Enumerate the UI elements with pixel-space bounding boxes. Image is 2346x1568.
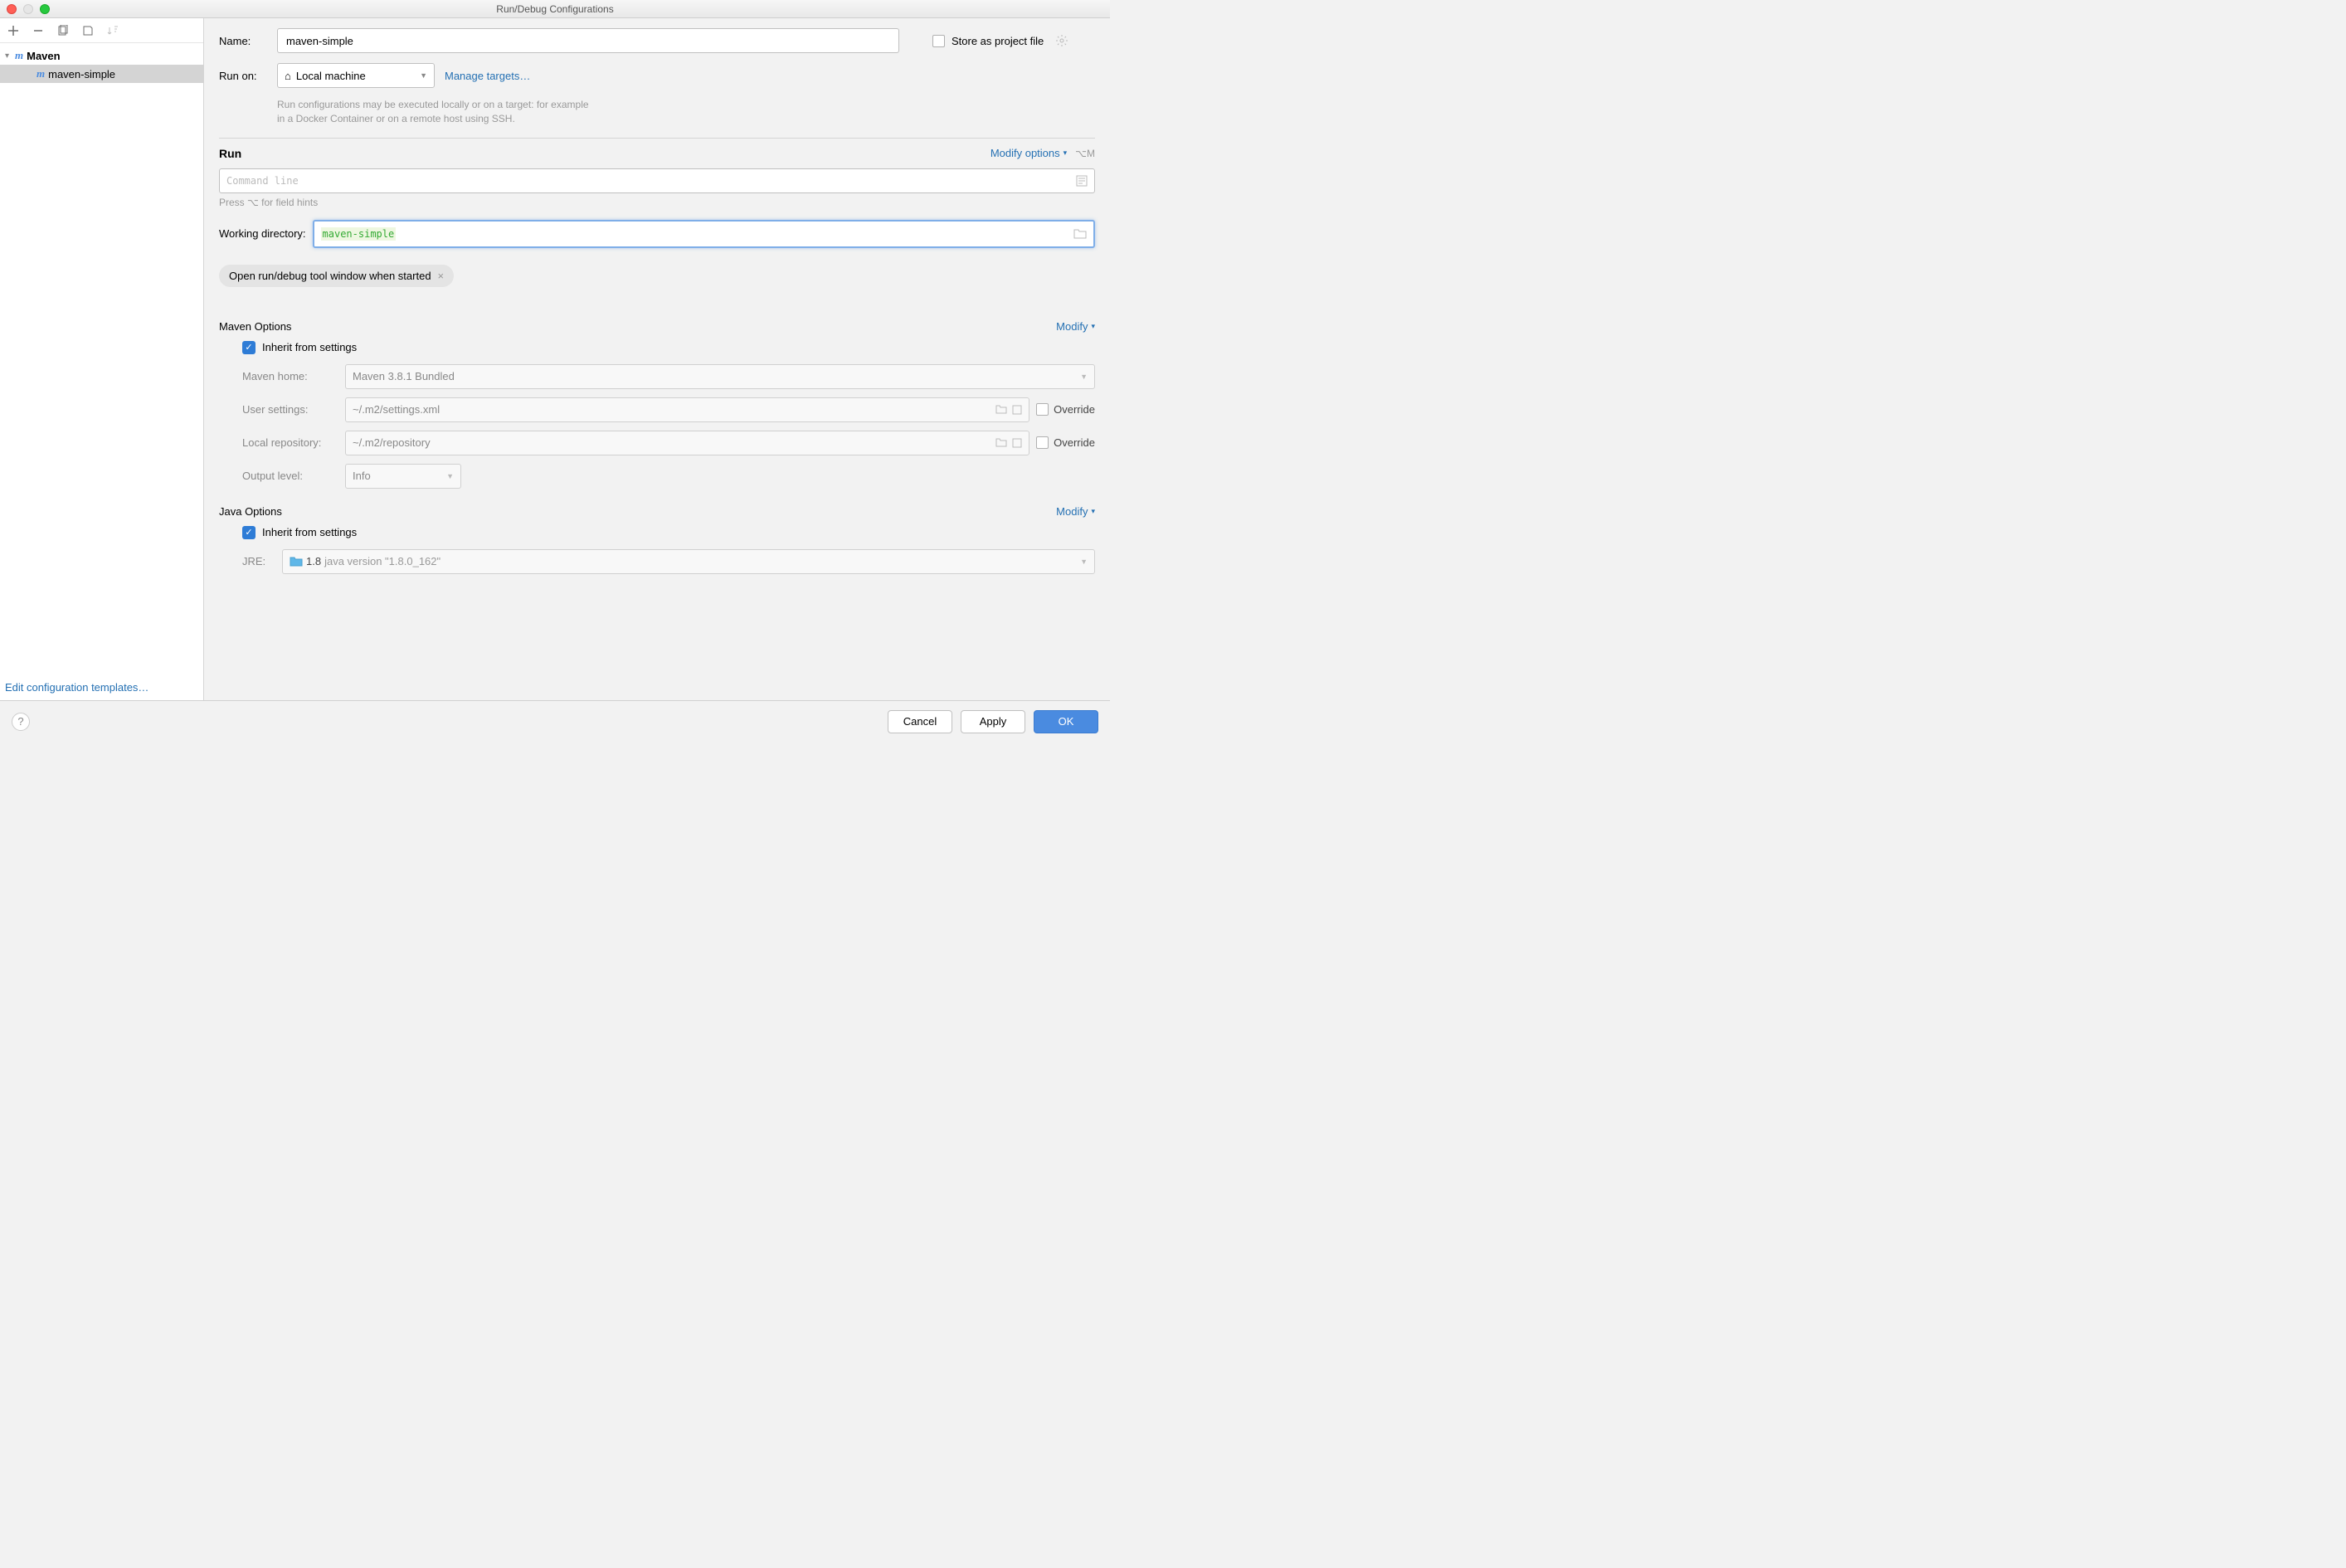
local-repo-input[interactable]: ~/.m2/repository xyxy=(345,431,1029,455)
home-icon: ⌂ xyxy=(285,70,291,82)
modify-shortcut: ⌥M xyxy=(1075,148,1095,159)
output-level-value: Info xyxy=(353,470,371,482)
tag-remove-icon[interactable]: × xyxy=(438,270,445,282)
config-tree: ▾ m Maven m maven-simple xyxy=(0,43,203,674)
run-on-hint: Run configurations may be executed local… xyxy=(277,98,1095,126)
chevron-down-icon: ▼ xyxy=(1080,373,1088,381)
tree-item-maven-simple[interactable]: m maven-simple xyxy=(0,65,203,83)
content-panel: Name: Store as project file Run on: ⌂ Lo… xyxy=(204,18,1110,700)
chevron-down-icon: ▾ xyxy=(1063,149,1068,158)
maven-icon: m xyxy=(37,67,45,80)
run-section-title: Run xyxy=(219,147,241,160)
user-settings-value: ~/.m2/settings.xml xyxy=(353,403,440,416)
store-checkbox[interactable] xyxy=(932,35,945,47)
output-level-select[interactable]: Info ▼ xyxy=(345,464,461,489)
chevron-down-icon: ▼ xyxy=(420,71,427,80)
option-tag[interactable]: Open run/debug tool window when started … xyxy=(219,265,454,287)
save-config-icon[interactable] xyxy=(81,24,95,37)
name-input[interactable] xyxy=(277,28,899,53)
apply-button[interactable]: Apply xyxy=(961,710,1025,733)
run-on-value: Local machine xyxy=(296,70,366,82)
edit-templates-link[interactable]: Edit configuration templates… xyxy=(0,674,203,700)
user-settings-input[interactable]: ~/.m2/settings.xml xyxy=(345,397,1029,422)
java-inherit-checkbox[interactable]: ✓ xyxy=(242,526,256,539)
command-line-placeholder: Command line xyxy=(226,175,299,187)
cancel-button[interactable]: Cancel xyxy=(888,710,952,733)
command-line-input[interactable]: Command line xyxy=(219,168,1095,193)
sidebar: ▾ m Maven m maven-simple Edit configurat… xyxy=(0,18,204,700)
jre-select[interactable]: 1.8 java version "1.8.0_162" ▼ xyxy=(282,549,1095,574)
help-icon[interactable]: ? xyxy=(12,713,30,731)
folder-icon xyxy=(290,557,303,567)
java-inherit-label: Inherit from settings xyxy=(262,526,357,538)
maven-options-title: Maven Options xyxy=(219,320,291,333)
java-modify-link[interactable]: Modify ▾ xyxy=(1056,505,1095,518)
run-on-label: Run on: xyxy=(219,70,277,82)
local-repo-label: Local repository: xyxy=(242,436,338,449)
local-repo-override[interactable]: Override xyxy=(1036,436,1095,449)
tree-root-maven[interactable]: ▾ m Maven xyxy=(0,46,203,65)
user-settings-override[interactable]: Override xyxy=(1036,403,1095,416)
tag-label: Open run/debug tool window when started xyxy=(229,270,431,282)
store-as-project-file[interactable]: Store as project file xyxy=(932,34,1068,47)
gear-icon[interactable] xyxy=(1055,34,1068,47)
store-label: Store as project file xyxy=(952,35,1044,47)
override-checkbox[interactable] xyxy=(1036,403,1049,416)
manage-targets-link[interactable]: Manage targets… xyxy=(445,70,530,82)
browse-folder-icon[interactable] xyxy=(995,438,1007,448)
java-options-title: Java Options xyxy=(219,505,282,518)
expand-icon[interactable] xyxy=(1012,405,1022,415)
maven-modify-link[interactable]: Modify ▾ xyxy=(1056,320,1095,333)
maven-home-value: Maven 3.8.1 Bundled xyxy=(353,370,455,382)
chevron-down-icon: ▾ xyxy=(1091,322,1095,331)
dialog-footer: ? Cancel Apply OK xyxy=(0,700,1110,742)
sidebar-toolbar xyxy=(0,18,203,43)
maven-inherit-label: Inherit from settings xyxy=(262,341,357,353)
sort-config-icon[interactable] xyxy=(106,24,119,37)
run-on-select[interactable]: ⌂ Local machine ▼ xyxy=(277,63,435,88)
chevron-down-icon: ▾ xyxy=(5,51,15,61)
browse-folder-icon[interactable] xyxy=(1073,228,1087,240)
browse-folder-icon[interactable] xyxy=(995,405,1007,415)
working-dir-label: Working directory: xyxy=(219,227,306,240)
working-dir-input[interactable]: maven-simple xyxy=(313,220,1095,248)
tree-root-label: Maven xyxy=(27,50,60,62)
chevron-down-icon: ▼ xyxy=(446,472,454,480)
name-label: Name: xyxy=(219,35,277,47)
command-line-hint: Press ⌥ for field hints xyxy=(219,197,1095,208)
modify-options-link[interactable]: Modify options ▾ xyxy=(990,147,1067,159)
maven-home-label: Maven home: xyxy=(242,370,338,382)
expand-icon[interactable] xyxy=(1076,175,1088,187)
maven-icon: m xyxy=(15,49,23,62)
expand-icon[interactable] xyxy=(1012,438,1022,448)
window-title: Run/Debug Configurations xyxy=(0,3,1110,15)
output-level-label: Output level: xyxy=(242,470,338,482)
working-dir-value: maven-simple xyxy=(321,227,397,241)
jre-value: 1.8 xyxy=(306,555,321,567)
ok-button[interactable]: OK xyxy=(1034,710,1098,733)
user-settings-label: User settings: xyxy=(242,403,338,416)
jre-label: JRE: xyxy=(242,555,275,567)
chevron-down-icon: ▼ xyxy=(1080,558,1088,566)
remove-config-icon[interactable] xyxy=(32,24,45,37)
jre-subvalue: java version "1.8.0_162" xyxy=(324,555,440,567)
maven-inherit-checkbox[interactable]: ✓ xyxy=(242,341,256,354)
tree-item-label: maven-simple xyxy=(48,68,115,80)
titlebar: Run/Debug Configurations xyxy=(0,0,1110,18)
maven-home-select[interactable]: Maven 3.8.1 Bundled ▼ xyxy=(345,364,1095,389)
add-config-icon[interactable] xyxy=(7,24,20,37)
local-repo-value: ~/.m2/repository xyxy=(353,436,431,449)
override-checkbox[interactable] xyxy=(1036,436,1049,449)
copy-config-icon[interactable] xyxy=(56,24,70,37)
chevron-down-icon: ▾ xyxy=(1091,507,1095,516)
